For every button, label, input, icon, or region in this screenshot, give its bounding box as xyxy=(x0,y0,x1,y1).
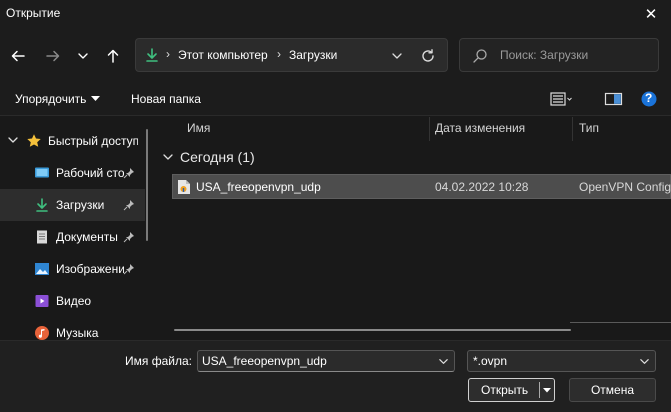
new-folder-button[interactable]: Новая папка xyxy=(131,92,201,106)
sidebar-item-label: Быстрый доступ xyxy=(48,134,138,148)
cancel-button[interactable]: Отмена xyxy=(569,378,656,402)
file-list: Имя Дата изменения Тип Сегодня (1) USA_f… xyxy=(156,117,671,340)
sidebar-scrollbar[interactable] xyxy=(146,129,148,241)
preview-pane-button[interactable] xyxy=(604,90,624,108)
sidebar-item-pictures[interactable]: Изображения xyxy=(0,253,145,285)
filename-value: USA_freeopenvpn_udp xyxy=(202,354,327,368)
arrow-left-icon xyxy=(11,50,25,62)
pin-icon xyxy=(123,264,134,275)
download-icon xyxy=(36,198,48,212)
column-divider[interactable] xyxy=(429,117,430,141)
column-divider[interactable] xyxy=(572,117,573,141)
group-label: Сегодня (1) xyxy=(180,149,255,165)
breadcrumb-this-pc[interactable]: Этот компьютер xyxy=(178,48,268,62)
sidebar-item-label: Видео xyxy=(56,294,92,308)
refresh-icon[interactable] xyxy=(420,48,436,64)
navigation-pane: Быстрый доступ Рабочий стол Загрузки Док… xyxy=(0,117,150,340)
open-button[interactable]: Открыть xyxy=(468,378,555,402)
search-input[interactable] xyxy=(500,45,650,65)
forward-button[interactable] xyxy=(41,44,65,68)
preview-pane-icon xyxy=(604,92,623,106)
sidebar-item-label: Загрузки xyxy=(56,198,105,212)
video-icon xyxy=(35,295,49,307)
sidebar-item-label: Изображения xyxy=(56,262,124,276)
window-title: Открытие xyxy=(6,6,61,20)
address-bar[interactable]: › Этот компьютер › Загрузки xyxy=(135,38,448,72)
column-header-name[interactable]: Имя xyxy=(187,121,210,135)
chevron-down-icon xyxy=(163,154,173,160)
file-type: OpenVPN Config xyxy=(579,180,671,194)
split-divider xyxy=(539,382,540,398)
download-icon xyxy=(146,48,158,62)
file-type-value: *.ovpn xyxy=(473,354,508,368)
arrow-up-icon xyxy=(107,49,119,63)
horizontal-scroll-track xyxy=(570,322,671,323)
pin-icon xyxy=(123,232,134,243)
arrow-right-icon xyxy=(46,50,60,62)
image-icon xyxy=(35,263,49,275)
back-button[interactable] xyxy=(6,44,30,68)
column-headers: Имя Дата изменения Тип xyxy=(156,117,671,141)
table-row[interactable]: USA_freeopenvpn_udp 04.02.2022 10:28 Ope… xyxy=(172,174,671,199)
address-history-chevron-icon[interactable] xyxy=(391,50,403,62)
caret-down-icon[interactable] xyxy=(542,385,552,395)
recent-locations-button[interactable] xyxy=(71,44,95,68)
sidebar-item-label: Музыка xyxy=(56,326,99,340)
music-icon xyxy=(35,326,49,340)
sidebar-item-quick-access[interactable]: Быстрый доступ xyxy=(0,125,145,157)
breadcrumb-separator: › xyxy=(166,47,170,61)
organize-label: Упорядочить xyxy=(15,92,87,106)
sidebar-item-downloads[interactable]: Загрузки xyxy=(0,189,145,221)
sidebar-item-desktop[interactable]: Рабочий стол xyxy=(0,157,145,189)
close-button[interactable]: ✕ xyxy=(631,0,671,28)
help-button[interactable]: ? xyxy=(640,90,660,108)
view-options-button[interactable] xyxy=(549,90,572,108)
sidebar-item-label: Рабочий стол xyxy=(56,166,124,180)
file-type-select[interactable]: *.ovpn xyxy=(467,350,656,372)
view-list-icon xyxy=(550,92,572,106)
organize-button[interactable]: Упорядочить xyxy=(15,92,101,106)
horizontal-scrollbar[interactable] xyxy=(174,329,571,331)
sidebar-item-documents[interactable]: Документы xyxy=(0,221,145,253)
chevron-down-icon xyxy=(640,359,649,364)
desktop-icon xyxy=(35,167,49,178)
file-name: USA_freeopenvpn_udp xyxy=(196,180,321,194)
chevron-down-icon xyxy=(78,53,88,59)
caret-down-icon xyxy=(91,96,101,101)
document-icon xyxy=(37,230,47,244)
filename-label: Имя файла: xyxy=(125,354,192,368)
chevron-down-icon[interactable] xyxy=(438,356,449,367)
new-folder-label: Новая папка xyxy=(131,92,201,106)
title-bar: Открытие ✕ xyxy=(0,0,671,28)
breadcrumb-downloads[interactable]: Загрузки xyxy=(289,48,337,62)
file-date: 04.02.2022 10:28 xyxy=(435,180,529,194)
star-icon xyxy=(27,134,41,147)
search-icon xyxy=(473,49,487,63)
open-label: Открыть xyxy=(481,383,529,397)
up-button[interactable] xyxy=(101,44,125,68)
pin-icon xyxy=(123,168,134,179)
chevron-down-icon[interactable] xyxy=(7,134,19,146)
column-header-date[interactable]: Дата изменения xyxy=(435,121,525,135)
dialog-footer: Имя файла: USA_freeopenvpn_udp *.ovpn От… xyxy=(0,340,671,412)
search-box[interactable] xyxy=(459,38,659,72)
column-header-type[interactable]: Тип xyxy=(579,121,599,135)
sidebar-item-label: Документы xyxy=(56,230,118,244)
navigation-bar: › Этот компьютер › Загрузки xyxy=(0,28,671,83)
ovpn-file-icon xyxy=(178,180,190,194)
sidebar-item-videos[interactable]: Видео xyxy=(0,285,145,317)
close-icon: ✕ xyxy=(644,6,658,23)
help-glyph: ? xyxy=(645,91,653,105)
group-header-today[interactable]: Сегодня (1) xyxy=(162,149,255,165)
command-bar: Упорядочить Новая папка ? xyxy=(0,83,671,116)
filename-field[interactable]: USA_freeopenvpn_udp xyxy=(197,350,455,372)
pin-icon xyxy=(123,200,134,211)
cancel-label: Отмена xyxy=(590,383,635,397)
breadcrumb-separator: › xyxy=(277,47,281,61)
